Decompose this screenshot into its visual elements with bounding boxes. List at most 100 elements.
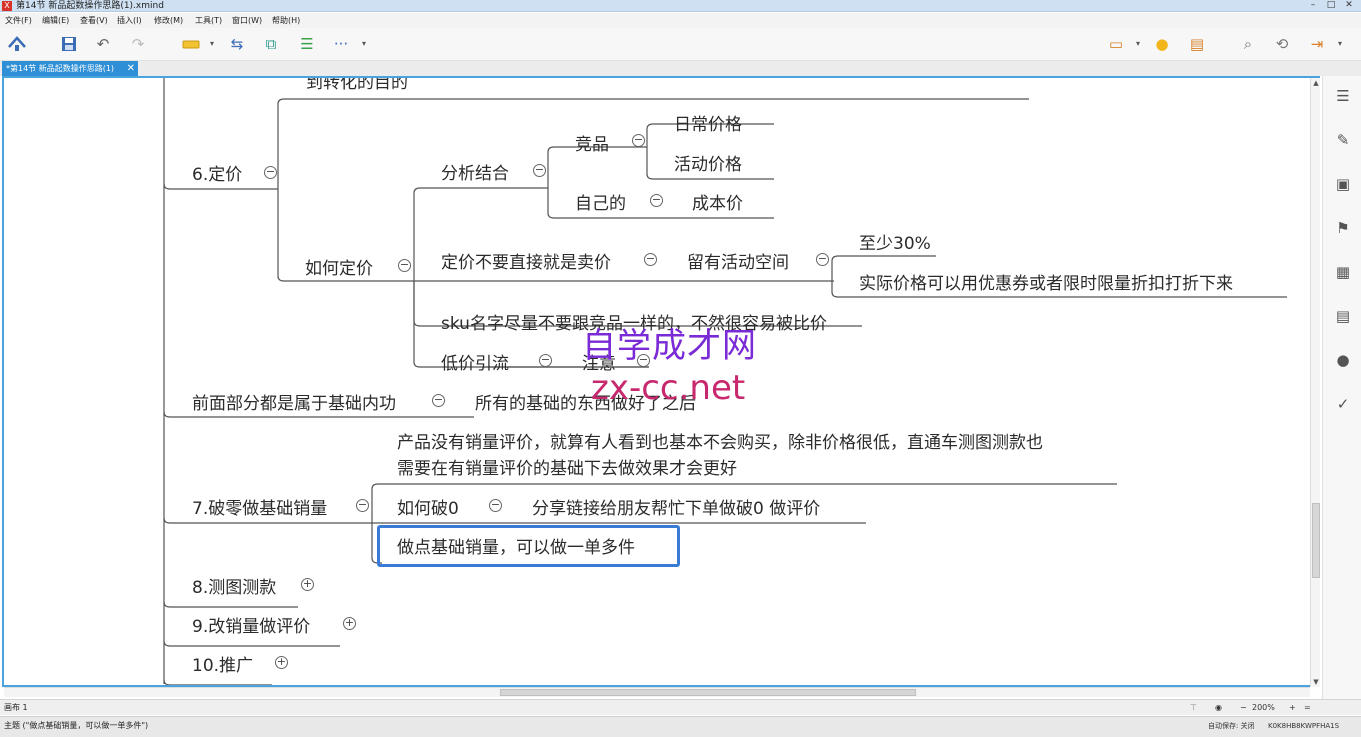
fit-map-button[interactable]: =: [1304, 700, 1311, 716]
topic-pricing[interactable]: 6.定价: [192, 164, 242, 186]
tab-document[interactable]: *第14节 新品起数操作思路(1) ✕: [2, 61, 138, 76]
autosave-status[interactable]: 自动保存: 关闭: [1208, 719, 1255, 733]
format-brush-icon[interactable]: ✎: [1332, 129, 1354, 151]
sheet-tab[interactable]: 画布 1: [4, 700, 28, 716]
notes-icon[interactable]: ▤: [1332, 305, 1354, 327]
gantt-icon[interactable]: ▤: [1186, 33, 1208, 55]
topic-no-sales-line1[interactable]: 产品没有销量评价，就算有人看到也基本不会购买，除非价格很低，直通车测图测款也: [397, 432, 1043, 454]
close-window-icon[interactable]: ✕: [1342, 0, 1356, 11]
topic-do-sales[interactable]: 做点基础销量，可以做一单多件: [397, 537, 635, 559]
close-tab-icon[interactable]: ✕: [127, 61, 135, 76]
topic-icon[interactable]: [180, 33, 202, 55]
expand-icon[interactable]: +: [343, 617, 356, 630]
scroll-up-icon[interactable]: ▲: [1311, 78, 1321, 88]
presentation-dropdown-icon[interactable]: ▾: [1134, 33, 1142, 55]
collapse-icon[interactable]: −: [539, 354, 552, 367]
menu-bar: 文件(F) 编辑(E) 查看(V) 插入(I) 修改(M) 工具(T) 窗口(W…: [0, 13, 1361, 28]
vertical-scrollbar[interactable]: ▲ ▼: [1310, 78, 1320, 687]
collapse-icon[interactable]: −: [533, 164, 546, 177]
flag-icon[interactable]: ⚑: [1332, 217, 1354, 239]
zoom-level[interactable]: 200%: [1252, 700, 1275, 716]
summary-icon[interactable]: ☰: [296, 33, 318, 55]
collapse-icon[interactable]: −: [356, 499, 369, 512]
menu-help[interactable]: 帮助(H): [272, 13, 300, 28]
mindmap-canvas[interactable]: 到转化的目的 6.定价 − 分析结合 − 竞品 − 日常价格 活动价格 自己的 …: [2, 76, 1320, 687]
maximize-icon[interactable]: □: [1324, 0, 1338, 11]
task-icon[interactable]: ✓: [1332, 393, 1354, 415]
collapse-icon[interactable]: −: [650, 194, 663, 207]
expand-icon[interactable]: +: [301, 578, 314, 591]
scroll-down-icon[interactable]: ▼: [1311, 677, 1321, 687]
search-icon[interactable]: ⌕: [1237, 33, 1259, 55]
markers-icon[interactable]: ▦: [1332, 261, 1354, 283]
right-sidebar: ☰ ✎ ▣ ⚑ ▦ ▤ ● ✓: [1322, 76, 1361, 699]
topic-promotion[interactable]: 10.推广: [192, 655, 253, 677]
topic-daily-price[interactable]: 日常价格: [674, 114, 742, 136]
topic-how-break[interactable]: 如何破0: [397, 498, 459, 520]
status-text: 主题 ("做点基础销量，可以做一单多件"): [4, 721, 149, 730]
more-button[interactable]: ···: [330, 33, 352, 55]
save-icon[interactable]: [58, 33, 80, 55]
collapse-icon[interactable]: −: [489, 499, 502, 512]
export-icon[interactable]: ⇥: [1306, 33, 1328, 55]
collapse-icon[interactable]: −: [264, 166, 277, 179]
share-icon[interactable]: ⟲: [1271, 33, 1293, 55]
menu-view[interactable]: 查看(V): [80, 13, 108, 28]
home-icon[interactable]: [6, 33, 28, 55]
topic-dropdown-icon[interactable]: ▾: [208, 33, 216, 55]
watermark-text: 自学成才网: [582, 326, 757, 366]
zoom-in-button[interactable]: +: [1289, 700, 1296, 716]
topic-modify-sales[interactable]: 9.改销量做评价: [192, 616, 310, 638]
collapse-icon[interactable]: −: [632, 134, 645, 147]
topic-node[interactable]: 到转化的目的: [306, 78, 408, 94]
undo-icon[interactable]: ↶: [92, 33, 114, 55]
presentation-icon[interactable]: ▭: [1105, 33, 1127, 55]
topic-test-image[interactable]: 8.测图测款: [192, 577, 276, 599]
topic-low-price[interactable]: 低价引流: [441, 353, 509, 375]
menu-edit[interactable]: 编辑(E): [42, 13, 69, 28]
boundary-icon[interactable]: ⧉: [260, 33, 282, 55]
topic-promo-price[interactable]: 活动价格: [674, 154, 742, 176]
minimize-icon[interactable]: –: [1306, 0, 1320, 11]
image-icon[interactable]: ▣: [1332, 173, 1354, 195]
topic-own[interactable]: 自己的: [575, 193, 626, 215]
topic-analysis[interactable]: 分析结合: [441, 163, 509, 185]
menu-file[interactable]: 文件(F): [5, 13, 32, 28]
expand-icon[interactable]: +: [275, 656, 288, 669]
comments-icon[interactable]: ●: [1332, 349, 1354, 371]
topic-cost-price[interactable]: 成本价: [692, 193, 743, 215]
redo-icon[interactable]: ↷: [127, 33, 149, 55]
outline-icon[interactable]: ☰: [1332, 85, 1354, 107]
visibility-icon[interactable]: ◉: [1215, 700, 1222, 716]
vertical-scroll-thumb[interactable]: [1312, 503, 1320, 578]
lightbulb-icon[interactable]: ●: [1151, 33, 1173, 55]
account-id: K0K8HB8KWPFHA1S: [1268, 722, 1340, 730]
collapse-icon[interactable]: −: [432, 394, 445, 407]
horizontal-scroll-thumb[interactable]: [500, 689, 916, 696]
export-dropdown-icon[interactable]: ▾: [1336, 33, 1344, 55]
topic-basics[interactable]: 前面部分都是属于基础内功: [192, 393, 396, 415]
topic-competitor[interactable]: 竞品: [575, 134, 609, 156]
menu-tools[interactable]: 工具(T): [195, 13, 222, 28]
topic-at-least[interactable]: 至少30%: [859, 233, 931, 255]
relationship-icon[interactable]: ⇆: [226, 33, 248, 55]
topic-actual-price[interactable]: 实际价格可以用优惠券或者限时限量折扣打折下来: [859, 273, 1233, 295]
zoom-out-button[interactable]: −: [1240, 700, 1247, 716]
collapse-icon[interactable]: −: [644, 253, 657, 266]
topic-how-price[interactable]: 如何定价: [305, 258, 373, 280]
menu-window[interactable]: 窗口(W): [232, 13, 262, 28]
sheet-bar: 画布 1 ⊤ ◉ − 200% + =: [0, 699, 1361, 715]
xmind-logo-icon: X: [2, 1, 12, 11]
menu-modify[interactable]: 修改(M): [154, 13, 183, 28]
collapse-icon[interactable]: −: [398, 259, 411, 272]
collapse-icon[interactable]: −: [816, 253, 829, 266]
topic-not-direct[interactable]: 定价不要直接就是卖价: [441, 252, 611, 274]
horizontal-scrollbar[interactable]: [4, 687, 1310, 697]
topic-leave-room[interactable]: 留有活动空间: [687, 252, 789, 274]
topic-share-link[interactable]: 分享链接给朋友帮忙下单做破0 做评价: [532, 498, 820, 520]
topic-break-zero[interactable]: 7.破零做基础销量: [192, 498, 327, 520]
filter-icon[interactable]: ⊤: [1190, 700, 1197, 716]
topic-no-sales-line2[interactable]: 需要在有销量评价的基础下去做效果才会更好: [397, 458, 737, 480]
more-dropdown-icon[interactable]: ▾: [360, 33, 368, 55]
menu-insert[interactable]: 插入(I): [117, 13, 142, 28]
